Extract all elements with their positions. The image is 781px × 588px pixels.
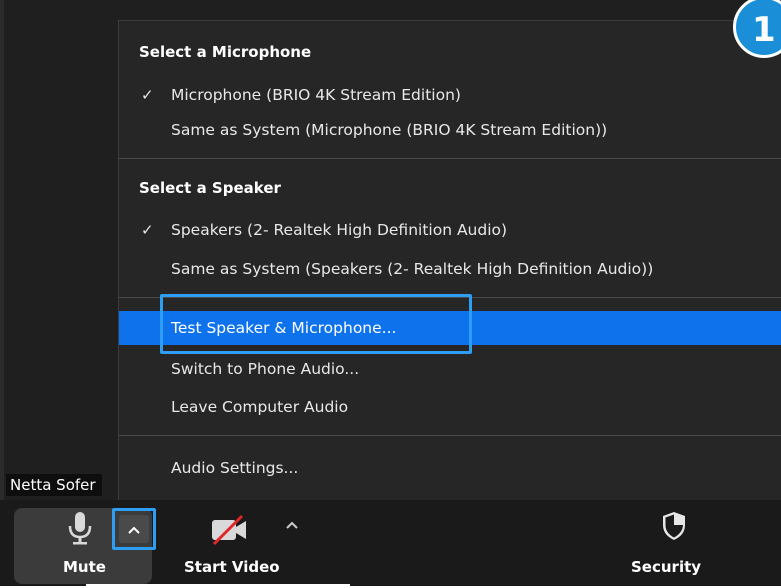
annotation-highlight-audio-caret xyxy=(112,508,156,550)
menu-item-label: Switch to Phone Audio... xyxy=(171,360,360,378)
microphone-option-same-as-system[interactable]: Same as System (Microphone (BRIO 4K Stre… xyxy=(119,113,781,147)
video-options-caret-icon[interactable] xyxy=(285,520,299,530)
menu-item-label: Leave Computer Audio xyxy=(171,398,349,416)
checkmark-icon: ✓ xyxy=(141,221,154,239)
shield-icon[interactable] xyxy=(661,510,687,542)
menu-divider xyxy=(119,158,781,159)
security-label: Security xyxy=(631,558,702,576)
checkmark-icon: ✓ xyxy=(141,86,154,104)
participant-name-tag: Netta Sofer xyxy=(6,474,102,496)
start-video-label: Start Video xyxy=(184,558,280,576)
menu-item-label: Same as System (Microphone (BRIO 4K Stre… xyxy=(171,121,608,139)
audio-options-menu: Select a Microphone ✓ Microphone (BRIO 4… xyxy=(118,20,781,500)
leave-computer-audio-item[interactable]: Leave Computer Audio xyxy=(119,390,781,424)
video-edge xyxy=(0,0,4,500)
speaker-option-realtek[interactable]: ✓ Speakers (2- Realtek High Definition A… xyxy=(119,213,781,247)
microphone-icon[interactable] xyxy=(66,510,94,546)
microphone-heading: Select a Microphone xyxy=(139,43,312,61)
audio-options-caret-button[interactable] xyxy=(119,515,149,543)
menu-item-label: Microphone (BRIO 4K Stream Edition) xyxy=(171,86,461,104)
mute-label: Mute xyxy=(63,558,106,576)
menu-item-label: Audio Settings... xyxy=(171,459,299,477)
chevron-up-icon xyxy=(128,526,140,534)
audio-settings-item[interactable]: Audio Settings... xyxy=(119,451,781,485)
menu-divider xyxy=(119,435,781,436)
menu-item-label: Same as System (Speakers (2- Realtek Hig… xyxy=(171,260,654,278)
bottom-strip xyxy=(86,584,350,588)
microphone-option-brio[interactable]: ✓ Microphone (BRIO 4K Stream Edition) xyxy=(119,78,781,112)
menu-item-label: Speakers (2- Realtek High Definition Aud… xyxy=(171,221,508,239)
speaker-option-same-as-system[interactable]: Same as System (Speakers (2- Realtek Hig… xyxy=(119,252,781,286)
switch-to-phone-audio-item[interactable]: Switch to Phone Audio... xyxy=(119,352,781,386)
video-off-icon[interactable] xyxy=(208,514,252,546)
speaker-heading: Select a Speaker xyxy=(139,179,281,197)
annotation-highlight-test-item xyxy=(160,294,472,354)
